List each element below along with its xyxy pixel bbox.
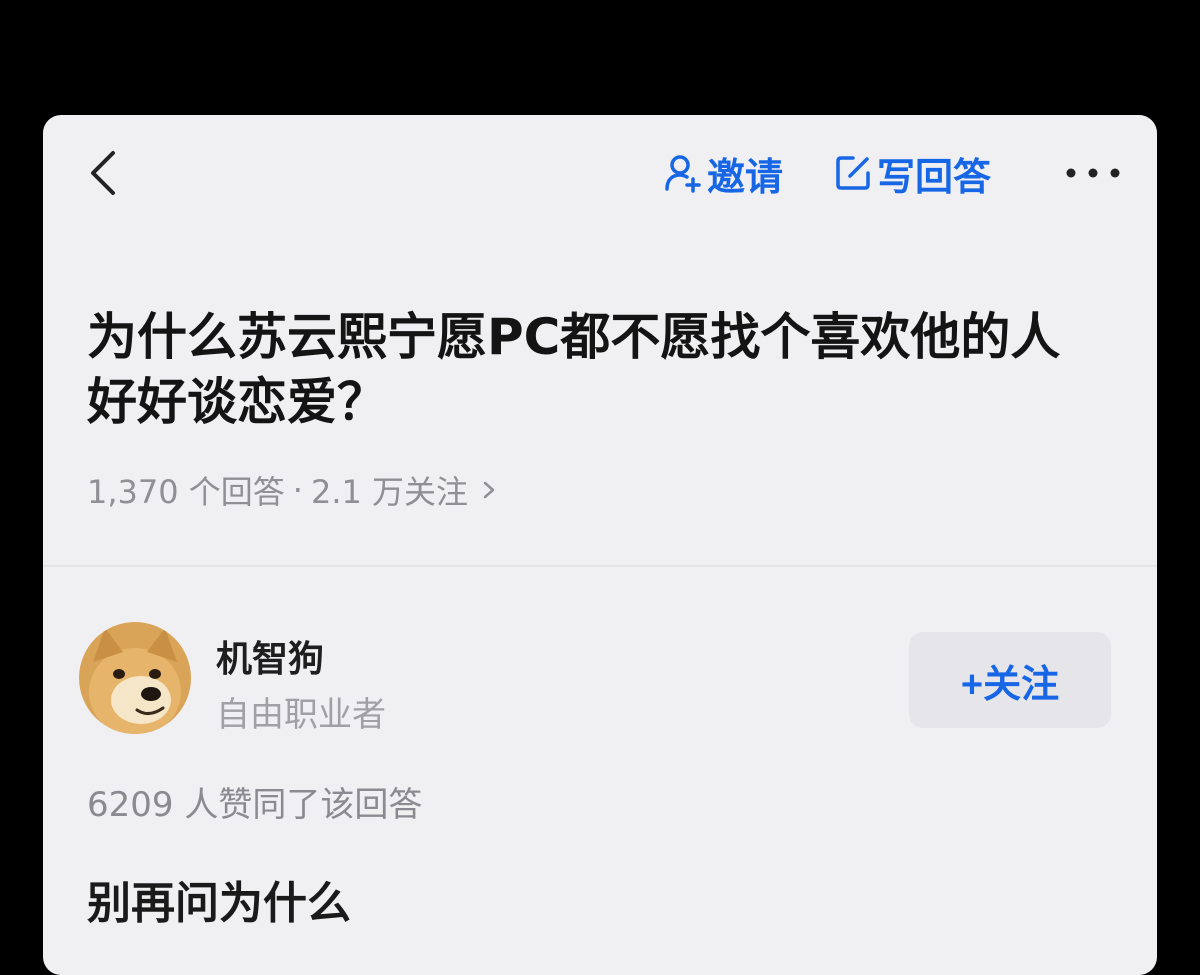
invite-button[interactable]: 邀请 [663, 145, 783, 201]
author-name[interactable]: 机智狗 [216, 630, 324, 682]
more-dots-icon [1066, 168, 1120, 178]
back-button[interactable] [83, 145, 131, 201]
write-answer-label: 写回答 [877, 154, 992, 199]
top-nav-bar: 邀请 写回答 [43, 115, 1157, 227]
author-bio: 自由职业者 [216, 695, 386, 735]
section-divider [43, 565, 1157, 567]
question-title: 为什么苏云熙宁愿PC都不愿找个喜欢他的人好好谈恋爱？ [87, 308, 1061, 431]
meta-separator: · [292, 471, 303, 509]
edit-icon [836, 156, 870, 190]
answer-excerpt[interactable]: 别再问为什么 [87, 867, 351, 931]
phone-screen: 邀请 写回答 为什么苏云熙宁愿PC都不愿找个喜欢他的人好好谈恋爱？ 1,370 … [43, 115, 1157, 975]
back-chevron-icon [91, 151, 115, 195]
invite-label: 邀请 [707, 154, 784, 199]
question-stats[interactable]: 1,370 个回答 · 2.1 万关注 [87, 467, 498, 513]
vote-count: 6209 人赞同了该回答 [87, 785, 423, 825]
answers-count: 1,370 个回答 [87, 473, 285, 511]
followers-count: 2.1 万关注 [310, 473, 469, 511]
shiba-dog-avatar [79, 622, 191, 734]
chevron-right-icon [483, 481, 495, 499]
avatar[interactable] [79, 622, 191, 734]
follow-button[interactable]: +关注 [909, 632, 1111, 728]
write-answer-button[interactable]: 写回答 [833, 145, 991, 201]
more-button[interactable] [1061, 155, 1125, 191]
person-add-icon [665, 155, 701, 193]
